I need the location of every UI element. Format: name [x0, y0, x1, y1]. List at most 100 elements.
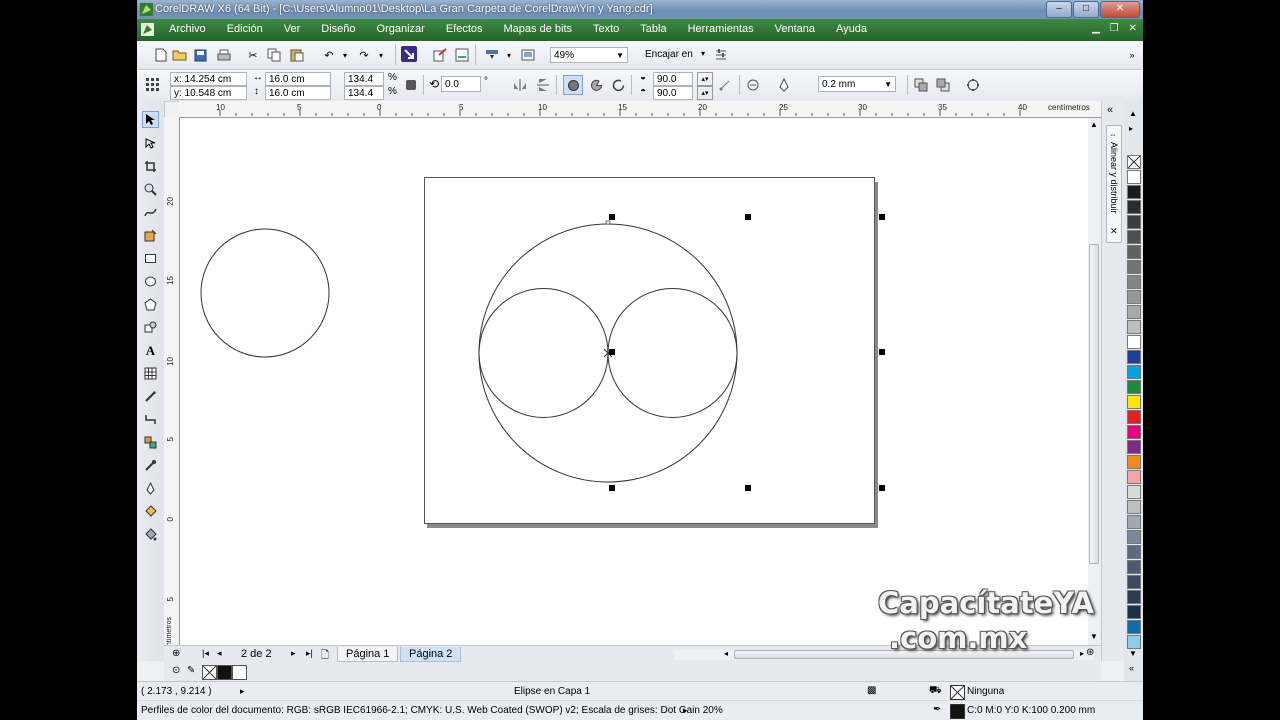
- palette-swatch[interactable]: [1127, 350, 1141, 364]
- palette-swatch[interactable]: [1127, 185, 1141, 199]
- palette-swatch[interactable]: [1127, 290, 1141, 304]
- last-page-icon[interactable]: ▸|: [306, 648, 313, 659]
- zoom-page-icon[interactable]: ⊕: [172, 648, 180, 659]
- polygon-tool-icon[interactable]: [142, 296, 159, 313]
- publish-pdf-icon[interactable]: [454, 47, 470, 63]
- horizontal-ruler[interactable]: 10 5 0 5 10 15 20 25 30 35 40 centímetro…: [179, 101, 1101, 118]
- freehand-tool-icon[interactable]: [142, 204, 159, 221]
- mirror-horizontal-icon[interactable]: [512, 77, 528, 93]
- ellipse-mode-icon[interactable]: [563, 75, 583, 95]
- palette-expand-icon[interactable]: «: [1129, 663, 1134, 673]
- palette-swatch[interactable]: [1127, 470, 1141, 484]
- doc-restore-icon[interactable]: ❐: [1110, 23, 1119, 34]
- palette-swatch[interactable]: [1127, 200, 1141, 214]
- menu-tabla[interactable]: Tabla: [640, 23, 666, 35]
- palette-swatch[interactable]: [1127, 230, 1141, 244]
- palette-swatch[interactable]: [1127, 620, 1141, 634]
- palette-swatch[interactable]: [1127, 530, 1141, 544]
- fill-tool-icon[interactable]: [142, 503, 159, 520]
- launcher-dropdown-icon[interactable]: ▾: [501, 47, 517, 63]
- application-launcher-icon[interactable]: [484, 47, 500, 63]
- color-proof-icon[interactable]: ▩: [867, 685, 876, 696]
- minimize-button[interactable]: –: [1046, 1, 1072, 18]
- document-palette-white[interactable]: [232, 665, 247, 680]
- palette-swatch[interactable]: [1127, 395, 1141, 409]
- tab-pagina-1[interactable]: Página 1: [337, 647, 399, 662]
- previous-page-icon[interactable]: ◂: [217, 648, 222, 659]
- status-arrow-icon[interactable]: ▸: [240, 686, 245, 697]
- profiles-arrow-icon[interactable]: ▸: [683, 705, 688, 716]
- palette-swatch[interactable]: [1127, 425, 1141, 439]
- to-back-icon[interactable]: [935, 77, 951, 93]
- pick-tool-icon[interactable]: [142, 111, 159, 128]
- dimension-tool-icon[interactable]: [142, 388, 159, 405]
- palette-swatch[interactable]: [1127, 335, 1141, 349]
- loose-circle[interactable]: [200, 228, 332, 360]
- palette-swatch[interactable]: [1127, 275, 1141, 289]
- eyedropper-tool-icon[interactable]: [142, 457, 159, 474]
- document-palette-play-icon[interactable]: ⊙: [172, 665, 180, 676]
- rotation-field[interactable]: 0.0: [441, 76, 481, 92]
- end-angle-spinner[interactable]: ▴▾: [697, 86, 713, 100]
- convert-to-curves-icon[interactable]: [965, 77, 981, 93]
- shape-tool-icon[interactable]: [142, 135, 159, 152]
- ellipse-tool-icon[interactable]: [142, 273, 159, 290]
- close-button[interactable]: ✕: [1100, 1, 1140, 18]
- palette-swatch[interactable]: [1127, 215, 1141, 229]
- crop-tool-icon[interactable]: [142, 158, 159, 175]
- snap-dropdown-icon[interactable]: ▾: [701, 49, 705, 58]
- menu-efectos[interactable]: Efectos: [446, 23, 483, 35]
- palette-swatch[interactable]: [1127, 560, 1141, 574]
- palette-swatch[interactable]: [1127, 305, 1141, 319]
- to-front-icon[interactable]: [913, 77, 929, 93]
- menu-organizar[interactable]: Organizar: [377, 23, 425, 35]
- align-distribute-docker-tab[interactable]: Alinear y distribuir ⇔ ✕: [1106, 125, 1122, 243]
- selection-handle[interactable]: [609, 485, 615, 491]
- arc-mode-icon[interactable]: [610, 77, 626, 93]
- outline-pen-tool-icon[interactable]: [142, 480, 159, 497]
- document-palette-eyedropper-icon[interactable]: ✎: [187, 665, 195, 676]
- save-icon[interactable]: [192, 47, 208, 63]
- palette-swatch[interactable]: [1127, 170, 1141, 184]
- palette-swatch[interactable]: [1127, 500, 1141, 514]
- selection-handle[interactable]: [879, 485, 885, 491]
- start-angle-field[interactable]: 90.0: [653, 72, 693, 86]
- palette-swatch[interactable]: [1127, 455, 1141, 469]
- paste-icon[interactable]: [289, 47, 305, 63]
- selection-handle[interactable]: [879, 214, 885, 220]
- table-tool-icon[interactable]: [142, 365, 159, 382]
- palette-swatch[interactable]: [1127, 515, 1141, 529]
- scroll-left-icon[interactable]: ◂: [724, 649, 728, 658]
- outline-pen-icon[interactable]: ✒: [933, 704, 941, 715]
- wrap-text-icon[interactable]: [745, 77, 761, 93]
- palette-menu-icon[interactable]: ▸: [1129, 124, 1133, 133]
- document-palette-black[interactable]: [217, 665, 232, 680]
- menu-archivo[interactable]: Archivo: [169, 23, 206, 35]
- height-field[interactable]: 16.0 cm: [265, 86, 331, 100]
- palette-swatch[interactable]: [1127, 440, 1141, 454]
- x-position-field[interactable]: x: 14.254 cm: [170, 72, 247, 86]
- palette-scroll-up-icon[interactable]: ▲: [1129, 109, 1137, 118]
- outline-width-select[interactable]: 0.2 mm ▼: [818, 76, 896, 92]
- scroll-down-icon[interactable]: ▼: [1090, 632, 1098, 641]
- selection-handle[interactable]: [745, 485, 751, 491]
- mirror-vertical-icon[interactable]: [535, 77, 551, 93]
- toolbar-expand-icon[interactable]: »: [1124, 47, 1140, 63]
- connector-tool-icon[interactable]: [142, 411, 159, 428]
- menu-ver[interactable]: Ver: [284, 23, 301, 35]
- docker-collapse-icon[interactable]: «: [1107, 104, 1113, 116]
- docker-close-icon[interactable]: ✕: [1110, 226, 1118, 237]
- fill-bucket-icon[interactable]: ⛟: [929, 685, 942, 698]
- zoom-tool-icon[interactable]: [142, 181, 159, 198]
- palette-swatch[interactable]: [1127, 575, 1141, 589]
- y-position-field[interactable]: y: 10.548 cm: [170, 86, 247, 100]
- palette-swatch[interactable]: [1127, 380, 1141, 394]
- selection-handle[interactable]: [609, 214, 615, 220]
- export-icon[interactable]: [432, 47, 448, 63]
- no-color-swatch[interactable]: [1127, 155, 1141, 169]
- document-palette-no-color[interactable]: [202, 665, 217, 680]
- drawing-canvas[interactable]: ▲ ▼: [180, 118, 1101, 645]
- options-icon[interactable]: [713, 47, 729, 63]
- vertical-ruler[interactable]: 20 15 10 5 0 5 centímetros: [164, 117, 180, 662]
- scale-y-field[interactable]: 134.4: [344, 86, 384, 100]
